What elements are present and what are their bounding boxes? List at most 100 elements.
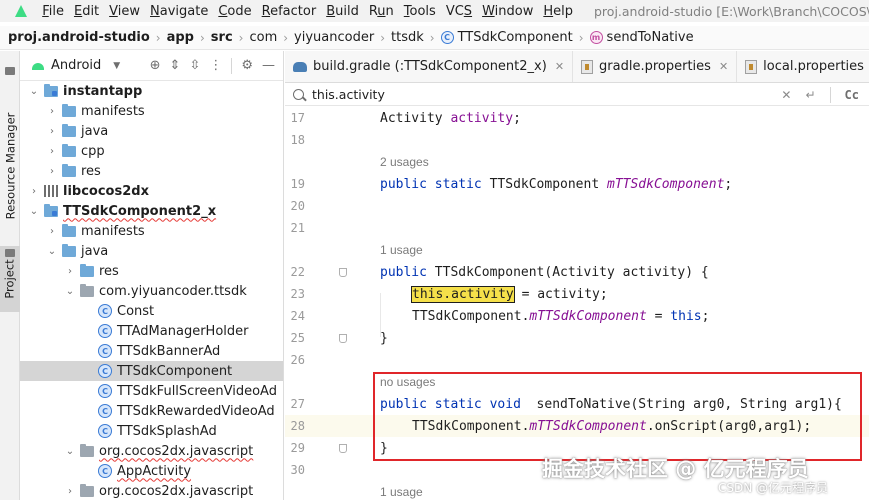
breadcrumb-item[interactable]: src — [211, 30, 233, 45]
hide-icon[interactable]: — — [262, 58, 275, 73]
tree-node[interactable]: ⌄ instantapp — [20, 81, 283, 101]
menu-bar: File Edit View Navigate Code Refactor Build Run… — [0, 0, 869, 22]
chevron-right-icon[interactable]: › — [64, 486, 76, 497]
class-icon: C — [98, 304, 112, 318]
menu-help[interactable]: Help — [538, 4, 578, 19]
chevron-down-icon[interactable]: ⌄ — [28, 206, 40, 217]
tab-gradle-properties[interactable]: gradle.properties ✕ — [573, 51, 738, 82]
chevron-right-icon[interactable]: › — [28, 186, 40, 197]
resource-manager-tab[interactable]: Resource Manager — [0, 111, 20, 221]
clear-icon[interactable]: ✕ — [781, 88, 791, 102]
tree-node[interactable]: ›CAppActivity — [20, 461, 283, 481]
menu-edit[interactable]: Edit — [69, 4, 104, 19]
menu-refactor[interactable]: Refactor — [257, 4, 322, 19]
gradle-icon — [293, 61, 307, 72]
tree-node[interactable]: › res — [20, 261, 283, 281]
breadcrumb-item[interactable]: com — [249, 30, 277, 45]
menu-file[interactable]: File — [37, 4, 69, 19]
chevron-right-icon[interactable]: › — [46, 126, 58, 137]
menu-code[interactable]: Code — [213, 4, 256, 19]
menu-view[interactable]: View — [104, 4, 145, 19]
breadcrumb-item[interactable]: TTSdkComponent — [458, 30, 573, 45]
usage-hint[interactable]: 1 usage — [380, 485, 423, 499]
tree-node-label: org.cocos2dx.javascript — [99, 443, 254, 459]
breadcrumb-separator: › — [578, 30, 584, 45]
code-token: Activity — [380, 110, 451, 126]
tree-node[interactable]: › org.cocos2dx.javascript — [20, 481, 283, 500]
locate-icon[interactable]: ⊕ — [150, 58, 161, 73]
code-text: public TTSdkComponent(Activity activity)… — [380, 265, 709, 280]
menu-vcs[interactable]: VCS — [441, 4, 477, 19]
chevron-down-icon[interactable]: ⌄ — [64, 286, 76, 297]
chevron-down-icon[interactable]: ▼ — [113, 61, 120, 71]
chevron-right-icon[interactable]: › — [46, 146, 58, 157]
code-token: TTSdkComponent(Activity activity) { — [434, 264, 709, 280]
breadcrumb-item[interactable]: yiyuancoder — [294, 30, 374, 45]
usage-hint[interactable]: no usages — [380, 375, 435, 389]
tree-node[interactable]: › libcocos2dx — [20, 181, 283, 201]
project-view-selector[interactable]: Android — [51, 58, 101, 73]
match-case-toggle[interactable]: Cc — [845, 88, 859, 102]
tree-node[interactable]: › manifests — [20, 221, 283, 241]
usage-hint-line: no usages — [285, 371, 869, 393]
menu-build[interactable]: Build — [321, 4, 364, 19]
tree-node-label: TTSdkFullScreenVideoAd — [117, 383, 277, 399]
tree-node-label: org.cocos2dx.javascript — [99, 483, 254, 499]
menu-tools[interactable]: Tools — [399, 4, 441, 19]
tree-node[interactable]: ⌄ java — [20, 241, 283, 261]
usage-hint[interactable]: 2 usages — [380, 155, 429, 169]
fold-marker-icon[interactable] — [339, 333, 347, 343]
tree-node[interactable]: › manifests — [20, 101, 283, 121]
fold-marker-icon[interactable] — [339, 443, 347, 453]
close-icon[interactable]: ✕ — [719, 60, 728, 73]
tree-node[interactable]: ›CTTSdkComponent — [20, 361, 283, 381]
chevron-right-icon[interactable]: › — [64, 266, 76, 277]
breadcrumb-item[interactable]: ttsdk — [391, 30, 424, 45]
expand-all-icon[interactable]: ⇳ — [189, 58, 200, 73]
breadcrumb-item[interactable]: proj.android-studio — [8, 30, 150, 45]
tree-node[interactable]: ›CTTSdkSplashAd — [20, 421, 283, 441]
tab-local-properties[interactable]: local.properties ✕ — [737, 51, 869, 82]
tree-node[interactable]: ›CTTSdkBannerAd — [20, 341, 283, 361]
close-icon[interactable]: ✕ — [555, 60, 564, 73]
new-line-icon[interactable]: ↵ — [805, 88, 815, 102]
tree-node-label: AppActivity — [117, 463, 192, 479]
code-text: TTSdkComponent.mTTSdkComponent.onScript(… — [412, 419, 811, 434]
code-token: ; — [701, 308, 710, 324]
menu-run[interactable]: Run — [364, 4, 399, 19]
gear-icon[interactable]: ⚙ — [241, 58, 253, 73]
tree-node[interactable]: ›CTTAdManagerHolder — [20, 321, 283, 341]
tree-node[interactable]: ›CConst — [20, 301, 283, 321]
tree-node[interactable]: ›CTTSdkRewardedVideoAd — [20, 401, 283, 421]
tree-node[interactable]: ⌄ TTSdkComponent2_x — [20, 201, 283, 221]
tree-node[interactable]: ›CTTSdkFullScreenVideoAd — [20, 381, 283, 401]
chevron-right-icon[interactable]: › — [46, 106, 58, 117]
code-editor[interactable]: 17 Activity activity; 18 2 usages 19 public s… — [285, 107, 869, 500]
tree-node-label: libcocos2dx — [63, 183, 149, 199]
chevron-right-icon[interactable]: › — [46, 166, 58, 177]
chevron-right-icon[interactable]: › — [46, 226, 58, 237]
code-token: .onScript(arg0,arg1); — [646, 418, 812, 434]
tree-node[interactable]: › java — [20, 121, 283, 141]
toolbar-divider — [829, 86, 831, 103]
collapse-all-icon[interactable]: ⇕ — [170, 58, 181, 73]
breadcrumb-item[interactable]: sendToNative — [607, 30, 694, 45]
tree-node[interactable]: ⌄ org.cocos2dx.javascript — [20, 441, 283, 461]
chevron-down-icon[interactable]: ⌄ — [64, 446, 76, 457]
options-icon[interactable]: ⋮ — [209, 58, 222, 73]
usage-hint[interactable]: 1 usage — [380, 243, 423, 257]
tree-node[interactable]: ⌄ com.yiyuancoder.ttsdk — [20, 281, 283, 301]
tree-node-label: java — [81, 243, 109, 259]
tab-build-gradle[interactable]: build.gradle (:TTSdkComponent2_x) ✕ — [285, 51, 574, 82]
class-icon: C — [98, 424, 112, 438]
menu-navigate[interactable]: Navigate — [145, 4, 213, 19]
search-input[interactable] — [312, 87, 732, 102]
chevron-down-icon[interactable]: ⌄ — [46, 246, 58, 257]
chevron-down-icon[interactable]: ⌄ — [28, 86, 40, 97]
breadcrumb-item[interactable]: app — [167, 30, 194, 45]
tree-node[interactable]: › cpp — [20, 141, 283, 161]
menu-window[interactable]: Window — [477, 4, 538, 19]
tree-node-label: manifests — [81, 103, 145, 119]
fold-marker-icon[interactable] — [339, 267, 347, 277]
tree-node[interactable]: › res — [20, 161, 283, 181]
